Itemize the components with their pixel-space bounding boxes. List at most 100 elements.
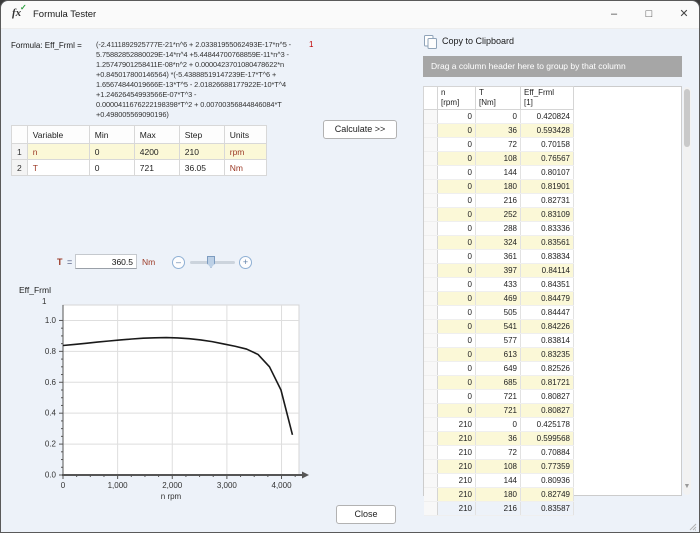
result-row[interactable]: 01800.81901	[424, 180, 574, 194]
vars-cell-units[interactable]: Nm	[224, 160, 266, 176]
variables-row[interactable]: 1n04200210rpm	[12, 144, 267, 160]
result-cell: 0.80827	[521, 390, 574, 404]
vars-cell-units[interactable]: rpm	[224, 144, 266, 160]
result-row[interactable]: 03610.83834	[424, 250, 574, 264]
close-button[interactable]: Close	[336, 505, 396, 524]
row-indicator	[424, 446, 438, 460]
group-by-bar[interactable]: Drag a column header here to group by th…	[423, 56, 682, 77]
result-row[interactable]: 03240.83561	[424, 236, 574, 250]
slider-thumb[interactable]	[207, 256, 215, 268]
result-row[interactable]: 03970.84114	[424, 264, 574, 278]
vars-header-cell: Variable	[27, 126, 89, 144]
result-cell: 180	[476, 488, 521, 502]
results-table: n[rpm]T[Nm]Eff_Frml[1] 000.4208240360.59…	[423, 86, 574, 516]
vars-cell-step[interactable]: 210	[179, 144, 224, 160]
minimize-button[interactable]: –	[598, 6, 630, 24]
result-row[interactable]: 05050.84447	[424, 306, 574, 320]
result-row[interactable]: 2101440.80936	[424, 474, 574, 488]
result-cell: 469	[476, 292, 521, 306]
result-row[interactable]: 000.420824	[424, 110, 574, 124]
svg-text:4,000: 4,000	[272, 481, 293, 490]
grid-header-t[interactable]: T[Nm]	[476, 87, 521, 110]
result-cell: 0	[438, 138, 476, 152]
result-row[interactable]: 04330.84351	[424, 278, 574, 292]
slider-value-input[interactable]	[75, 254, 137, 269]
svg-text:1.0: 1.0	[45, 316, 57, 325]
grid-header-n[interactable]: n[rpm]	[438, 87, 476, 110]
result-row[interactable]: 02160.82731	[424, 194, 574, 208]
result-cell: 0.80827	[521, 404, 574, 418]
increment-button[interactable]: +	[239, 256, 252, 269]
result-cell: 721	[476, 404, 521, 418]
result-row[interactable]: 06490.82526	[424, 362, 574, 376]
result-row[interactable]: 0360.593428	[424, 124, 574, 138]
result-cell: 0.81721	[521, 376, 574, 390]
row-indicator	[424, 222, 438, 236]
row-indicator	[424, 418, 438, 432]
result-cell: 0	[438, 348, 476, 362]
result-row[interactable]: 2102160.83587	[424, 502, 574, 516]
row-indicator	[424, 488, 438, 502]
result-cell: 144	[476, 474, 521, 488]
result-cell: 0.84479	[521, 292, 574, 306]
result-row[interactable]: 07210.80827	[424, 390, 574, 404]
result-row[interactable]: 07210.80827	[424, 404, 574, 418]
result-cell: 0.81901	[521, 180, 574, 194]
chart-canvas: Eff_Frml 1 01,0002,0003,0004,0000.00.20.…	[9, 281, 311, 503]
result-cell: 210	[438, 502, 476, 516]
slider-variable-label: T	[57, 257, 63, 267]
vars-cell-max[interactable]: 4200	[134, 144, 179, 160]
vars-cell-min[interactable]: 0	[89, 160, 134, 176]
result-cell: 0	[438, 250, 476, 264]
result-cell: 0.599568	[521, 432, 574, 446]
result-row[interactable]: 05770.83814	[424, 334, 574, 348]
result-row[interactable]: 2101800.82749	[424, 488, 574, 502]
scrollbar-thumb[interactable]	[684, 89, 690, 147]
chart-unit-label: 1	[42, 297, 47, 306]
row-indicator	[424, 306, 438, 320]
calculate-button[interactable]: Calculate >>	[323, 120, 397, 139]
result-row[interactable]: 02880.83336	[424, 222, 574, 236]
result-row[interactable]: 21000.425178	[424, 418, 574, 432]
result-row[interactable]: 2101080.77359	[424, 460, 574, 474]
vars-cell-min[interactable]: 0	[89, 144, 134, 160]
result-row[interactable]: 210720.70884	[424, 446, 574, 460]
result-row[interactable]: 01080.76567	[424, 152, 574, 166]
row-indicator	[424, 404, 438, 418]
svg-text:2,000: 2,000	[162, 481, 183, 490]
result-row[interactable]: 0720.70158	[424, 138, 574, 152]
result-cell: 0.80107	[521, 166, 574, 180]
result-cell: 0.83109	[521, 208, 574, 222]
close-window-button[interactable]: ✕	[668, 6, 700, 24]
chart-title: Eff_Frml	[19, 285, 51, 295]
vars-cell-variable[interactable]: T	[27, 160, 89, 176]
result-row[interactable]: 05410.84226	[424, 320, 574, 334]
resize-grip-icon[interactable]	[687, 521, 697, 531]
vars-cell-variable[interactable]: n	[27, 144, 89, 160]
result-cell: 0.70884	[521, 446, 574, 460]
result-row[interactable]: 01440.80107	[424, 166, 574, 180]
result-row[interactable]: 06850.81721	[424, 376, 574, 390]
result-cell: 0.84447	[521, 306, 574, 320]
result-cell: 0	[476, 418, 521, 432]
vars-cell-step[interactable]: 36.05	[179, 160, 224, 176]
result-row[interactable]: 210360.599568	[424, 432, 574, 446]
scrollbar-down-arrow[interactable]: ▼	[683, 483, 691, 490]
row-indicator	[424, 334, 438, 348]
result-row[interactable]: 04690.84479	[424, 292, 574, 306]
maximize-button[interactable]: □	[633, 6, 665, 24]
grid-header-eff_frml[interactable]: Eff_Frml[1]	[521, 87, 574, 110]
result-cell: 0	[438, 222, 476, 236]
result-cell: 0	[438, 278, 476, 292]
vars-cell-max[interactable]: 721	[134, 160, 179, 176]
variables-row[interactable]: 2T072136.05Nm	[12, 160, 267, 176]
result-cell: 361	[476, 250, 521, 264]
result-cell: 0.80936	[521, 474, 574, 488]
vertical-scrollbar[interactable]: ▼	[683, 87, 691, 495]
result-cell: 0	[438, 334, 476, 348]
result-cell: 36	[476, 124, 521, 138]
result-row[interactable]: 06130.83235	[424, 348, 574, 362]
svg-text:0.4: 0.4	[45, 409, 57, 418]
decrement-button[interactable]: –	[172, 256, 185, 269]
result-row[interactable]: 02520.83109	[424, 208, 574, 222]
